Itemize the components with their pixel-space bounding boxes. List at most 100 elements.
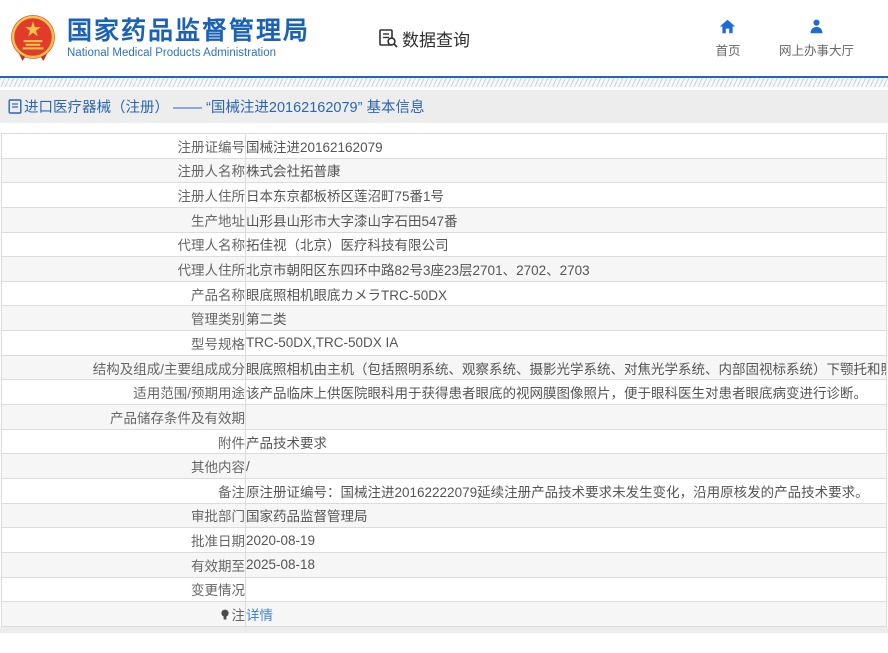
bottom-strip xyxy=(0,627,888,633)
table-row: 附件产品技术要求 xyxy=(2,429,887,454)
row-label-text: 批准日期 xyxy=(191,534,245,549)
row-value-text: 国家药品监督管理局 xyxy=(246,509,368,524)
table-row: 结构及组成/主要组成成分眼底照相机由主机（包括照明系统、观察系统、摄影光学系统、… xyxy=(2,355,887,380)
info-table-body: 注册证编号国械注进20162162079注册人名称株式会社拓普康注册人住所日本东… xyxy=(2,134,887,627)
home-icon xyxy=(719,18,736,35)
table-row: 生产地址山形县山形市大字漆山字石田547番 xyxy=(2,207,887,232)
table-row: 管理类别第二类 xyxy=(2,306,887,331)
home-label: 首页 xyxy=(715,40,740,59)
row-label-text: 附件 xyxy=(218,436,245,451)
row-label-text: 产品储存条件及有效期 xyxy=(110,411,245,426)
site-subtitle: National Medical Products Administration xyxy=(67,47,310,59)
nav-data-query[interactable]: 数据查询 xyxy=(378,26,470,51)
row-label-text: 备注 xyxy=(218,485,245,500)
row-value: 第二类 xyxy=(246,306,887,331)
row-value: 日本东京都板桥区莲沼町75番1号 xyxy=(246,183,887,208)
row-value xyxy=(246,405,887,430)
details-link[interactable]: 详情 xyxy=(246,608,273,623)
row-value-text: 2020-08-19 xyxy=(246,533,315,548)
table-row: 适用范围/预期用途该产品临床上供医院眼科用于获得患者眼底的视网膜图像照片，便于眼… xyxy=(2,380,887,405)
row-label: 注册人住所 xyxy=(2,183,246,208)
row-label: 产品储存条件及有效期 xyxy=(2,405,246,430)
row-value-text: 眼底照相机由主机（包括照明系统、观察系统、摄影光学系统、对焦光学系统、内部固视标… xyxy=(246,362,887,377)
row-value-text: 株式会社拓普康 xyxy=(246,164,341,179)
row-label: 注册人名称 xyxy=(2,158,246,183)
table-row: 代理人名称拓佳视（北京）医疗科技有限公司 xyxy=(2,232,887,257)
breadcrumb-text: 进口医疗器械（注册） —— “国械注进20162162079” 基本信息 xyxy=(24,96,424,117)
row-value: 该产品临床上供医院眼科用于获得患者眼底的视网膜图像照片，便于眼科医生对患者眼底病… xyxy=(246,380,887,405)
row-value: 北京市朝阳区东四环中路82号3座23层2701、2702、2703 xyxy=(246,257,887,282)
row-label: 产品名称 xyxy=(2,281,246,306)
row-label: 变更情况 xyxy=(2,577,246,602)
row-label: 审批部门 xyxy=(2,503,246,528)
row-label: 结构及组成/主要组成成分 xyxy=(2,355,246,380)
row-label: 其他内容 xyxy=(2,454,246,479)
table-row: 产品储存条件及有效期 xyxy=(2,405,887,430)
row-label: 代理人名称 xyxy=(2,232,246,257)
document-icon xyxy=(8,99,22,114)
row-value-text: 2025-08-18 xyxy=(246,557,315,572)
row-value: 眼底照相机由主机（包括照明系统、观察系统、摄影光学系统、对焦光学系统、内部固视标… xyxy=(246,355,887,380)
row-value-text: / xyxy=(246,459,250,474)
row-value-text: 产品技术要求 xyxy=(246,436,327,451)
data-query-label: 数据查询 xyxy=(402,26,470,51)
row-label-text: 注 xyxy=(232,608,246,623)
row-value: 国家药品监督管理局 xyxy=(246,503,887,528)
breadcrumb: 进口医疗器械（注册） —— “国械注进20162162079” 基本信息 xyxy=(0,90,888,123)
row-value-text: 第二类 xyxy=(246,312,287,327)
service-hall-label: 网上办事大厅 xyxy=(779,40,854,59)
row-value: 株式会社拓普康 xyxy=(246,158,887,183)
table-row: 注册人住所日本东京都板桥区莲沼町75番1号 xyxy=(2,183,887,208)
site-header: 国家药品监督管理局 National Medical Products Admi… xyxy=(0,0,888,76)
row-label-text: 管理类别 xyxy=(191,312,245,327)
table-row: 注册证编号国械注进20162162079 xyxy=(2,134,887,159)
row-label-text: 其他内容 xyxy=(191,460,245,475)
row-label-text: 注册人住所 xyxy=(178,189,246,204)
table-row: 审批部门国家药品监督管理局 xyxy=(2,503,887,528)
row-label: 适用范围/预期用途 xyxy=(2,380,246,405)
row-label: 注 xyxy=(2,602,246,627)
table-row: 注详情 xyxy=(2,602,887,627)
row-value-text: 日本东京都板桥区莲沼町75番1号 xyxy=(246,189,444,204)
row-value: 详情 xyxy=(246,602,887,627)
row-label-text: 变更情况 xyxy=(191,583,245,598)
row-value xyxy=(246,577,887,602)
table-row: 型号规格TRC-50DX,TRC-50DX IA xyxy=(2,331,887,356)
row-value: 眼底照相机眼底カメラTRC-50DX xyxy=(246,281,887,306)
row-value: TRC-50DX,TRC-50DX IA xyxy=(246,331,887,356)
table-row: 变更情况 xyxy=(2,577,887,602)
info-table: 注册证编号国械注进20162162079注册人名称株式会社拓普康注册人住所日本东… xyxy=(1,133,887,627)
site-title: 国家药品监督管理局 xyxy=(67,17,310,46)
row-value: 2020-08-19 xyxy=(246,528,887,553)
row-value: 拓佳视（北京）医疗科技有限公司 xyxy=(246,232,887,257)
row-value-text: 原注册证编号：国械注进20162222079延续注册产品技术要求未发生变化，沿用… xyxy=(246,485,869,500)
person-icon xyxy=(808,18,825,35)
row-label: 附件 xyxy=(2,429,246,454)
bulb-icon xyxy=(220,609,230,624)
table-row: 备注原注册证编号：国械注进20162222079延续注册产品技术要求未发生变化，… xyxy=(2,478,887,503)
row-label: 注册证编号 xyxy=(2,134,246,159)
nav-service-hall[interactable]: 网上办事大厅 xyxy=(779,18,854,59)
row-label-text: 适用范围/预期用途 xyxy=(133,386,245,401)
row-value: 产品技术要求 xyxy=(246,429,887,454)
row-label: 有效期至 xyxy=(2,552,246,577)
row-value-text: 该产品临床上供医院眼科用于获得患者眼底的视网膜图像照片，便于眼科医生对患者眼底病… xyxy=(246,386,867,401)
nav-home[interactable]: 首页 xyxy=(707,18,749,59)
nmpa-emblem-logo xyxy=(8,13,58,63)
row-label-text: 生产地址 xyxy=(191,214,245,229)
row-label-text: 型号规格 xyxy=(191,337,245,352)
row-label-text: 审批部门 xyxy=(191,509,245,524)
table-row: 有效期至2025-08-18 xyxy=(2,552,887,577)
row-value: 山形县山形市大字漆山字石田547番 xyxy=(246,207,887,232)
row-value-text: 山形县山形市大字漆山字石田547番 xyxy=(246,214,458,229)
row-value-text: TRC-50DX,TRC-50DX IA xyxy=(246,335,398,350)
table-row: 产品名称眼底照相机眼底カメラTRC-50DX xyxy=(2,281,887,306)
row-value-text: 北京市朝阳区东四环中路82号3座23层2701、2702、2703 xyxy=(246,263,590,278)
row-label: 型号规格 xyxy=(2,331,246,356)
row-label-text: 产品名称 xyxy=(191,288,245,303)
row-label: 备注 xyxy=(2,478,246,503)
data-query-icon xyxy=(378,28,398,48)
row-label: 批准日期 xyxy=(2,528,246,553)
row-value-text: 眼底照相机眼底カメラTRC-50DX xyxy=(246,288,447,303)
row-label: 代理人住所 xyxy=(2,257,246,282)
